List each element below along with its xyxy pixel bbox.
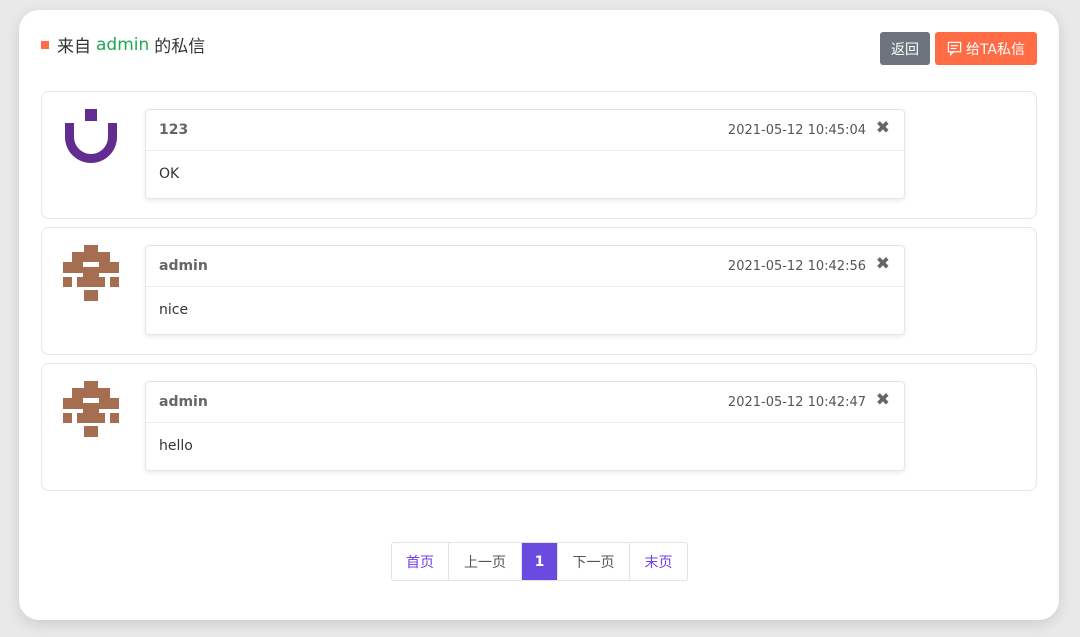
delete-icon[interactable]: ✖ [876, 390, 890, 410]
message-list: 123 2021-05-12 10:45:04 ✖ OK admin 2021-… [41, 91, 1037, 499]
message-item: admin 2021-05-12 10:42:47 ✖ hello [41, 363, 1037, 491]
panel-header: 来自 admin 的私信 返回 给TA私信 [41, 32, 1037, 66]
message-time: 2021-05-12 10:42:56 [727, 259, 866, 274]
sender-name[interactable]: admin [159, 258, 208, 274]
message-time: 2021-05-12 10:45:04 [727, 123, 866, 138]
header-actions: 返回 给TA私信 [880, 32, 1037, 65]
message-item: 123 2021-05-12 10:45:04 ✖ OK [41, 91, 1037, 219]
message-content: OK [159, 166, 180, 182]
message-content: nice [159, 302, 189, 318]
message-bubble: 123 2021-05-12 10:45:04 ✖ OK [145, 109, 905, 199]
avatar[interactable] [63, 109, 119, 165]
message-header: admin 2021-05-12 10:42:56 ✖ [146, 246, 904, 287]
title-marker-icon [41, 40, 49, 49]
back-button[interactable]: 返回 [880, 32, 930, 65]
last-page-link[interactable]: 末页 [630, 543, 687, 580]
back-button-label: 返回 [891, 41, 919, 58]
next-page-link[interactable]: 下一页 [558, 543, 630, 580]
message-content: hello [159, 438, 193, 454]
title-suffix: 的私信 [154, 37, 206, 57]
message-bubble: admin 2021-05-12 10:42:47 ✖ hello [145, 381, 905, 471]
first-page-link[interactable]: 首页 [392, 543, 449, 580]
message-icon [947, 41, 962, 56]
page-title: 来自 admin 的私信 [41, 32, 205, 57]
send-message-button[interactable]: 给TA私信 [935, 32, 1037, 65]
avatar[interactable] [63, 245, 119, 301]
message-panel: 来自 admin 的私信 返回 给TA私信 123 2021-05-12 10:… [19, 10, 1059, 620]
message-time: 2021-05-12 10:42:47 [727, 395, 866, 410]
pagination: 首页 上一页 1 下一页 末页 [391, 542, 688, 581]
send-message-label: 给TA私信 [965, 41, 1026, 58]
sender-name[interactable]: 123 [159, 122, 188, 138]
message-item: admin 2021-05-12 10:42:56 ✖ nice [41, 227, 1037, 355]
prev-page-link[interactable]: 上一页 [449, 543, 522, 580]
avatar[interactable] [63, 381, 119, 437]
message-header: 123 2021-05-12 10:45:04 ✖ [146, 110, 904, 151]
title-username[interactable]: admin [96, 35, 149, 55]
message-bubble: admin 2021-05-12 10:42:56 ✖ nice [145, 245, 905, 335]
delete-icon[interactable]: ✖ [876, 118, 890, 138]
sender-name[interactable]: admin [159, 394, 208, 410]
current-page[interactable]: 1 [522, 543, 558, 580]
title-prefix: 来自 [57, 37, 91, 57]
delete-icon[interactable]: ✖ [876, 254, 890, 274]
message-header: admin 2021-05-12 10:42:47 ✖ [146, 382, 904, 423]
